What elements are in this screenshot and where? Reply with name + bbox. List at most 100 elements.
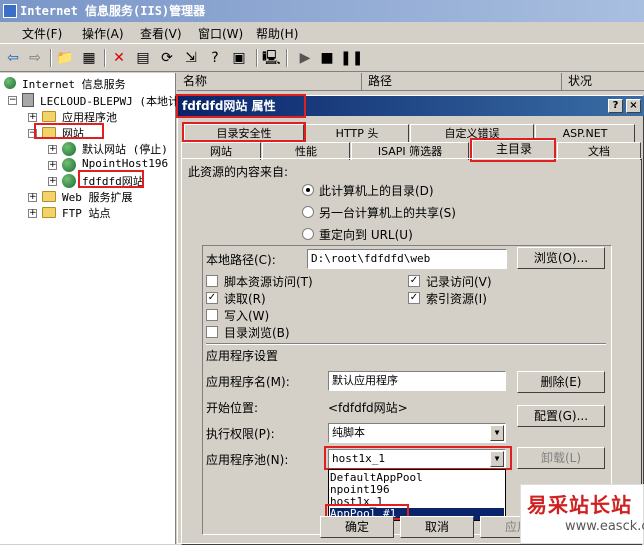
chk-log-label[interactable]: 记录访问(V) xyxy=(426,273,492,290)
tree-fdfdfd-site[interactable]: fdfdfd网站 xyxy=(82,173,144,189)
back-icon[interactable]: ⇦ xyxy=(4,49,22,67)
close-button[interactable]: × xyxy=(626,99,641,113)
dropdown-arrow-icon[interactable]: ▼ xyxy=(490,425,504,441)
exec-perm-select[interactable]: 纯脚本 ▼ xyxy=(328,423,506,443)
tree-ftp[interactable]: FTP 站点 xyxy=(62,205,111,221)
menu-file[interactable]: 文件(F) xyxy=(22,25,62,42)
show-tree-icon[interactable]: ▦ xyxy=(80,49,98,67)
tab-dir-security[interactable]: 目录安全性 xyxy=(184,124,304,142)
site-globe-icon xyxy=(62,158,76,172)
site-globe-icon xyxy=(62,174,76,188)
folder-icon xyxy=(42,111,56,122)
watermark: 易采站长站 www.easck.com xyxy=(520,484,644,544)
browse-button[interactable]: 浏览(O)... xyxy=(517,247,605,269)
cancel-button[interactable]: 取消 xyxy=(400,516,474,538)
radio-redirect-url[interactable] xyxy=(302,228,314,240)
tab-http-headers[interactable]: HTTP 头 xyxy=(305,124,409,142)
unload-button[interactable]: 卸载(L) xyxy=(517,447,605,469)
menu-window[interactable]: 窗口(W) xyxy=(198,25,243,42)
computer-icon[interactable]: 🖳 xyxy=(262,49,281,67)
start-point-label: 开始位置: xyxy=(206,401,259,415)
dialog-title-bar: fdfdfd网站 属性 ? × xyxy=(178,96,644,116)
refresh-icon[interactable]: ⟳ xyxy=(158,49,176,67)
chk-script-source-label[interactable]: 脚本资源访问(T) xyxy=(224,273,313,290)
expand-icon[interactable]: + xyxy=(28,113,37,122)
app-name-input[interactable]: 默认应用程序 xyxy=(328,371,506,391)
forward-icon[interactable]: ⇨ xyxy=(26,49,44,67)
local-path-input[interactable]: D:\root\fdfdfd\web xyxy=(307,249,507,269)
tree-server[interactable]: LECLOUD-BLEPWJ (本地计 xyxy=(40,93,179,109)
chk-script-source[interactable] xyxy=(206,275,218,287)
config-button[interactable]: 配置(G)... xyxy=(517,405,605,427)
window-title-bar: Internet 信息服务(IIS)管理器 xyxy=(0,0,644,22)
expand-icon[interactable]: + xyxy=(28,209,37,218)
properties-icon[interactable]: ▤ xyxy=(134,49,152,67)
app-settings-label: 应用程序设置 xyxy=(206,349,279,363)
tree-app-pools[interactable]: 应用程序池 xyxy=(62,109,117,125)
column-name[interactable]: 名称 xyxy=(177,73,362,91)
app-pool-value: host1x_1 xyxy=(332,452,385,465)
iis-app-icon xyxy=(3,4,17,18)
help-icon[interactable]: ? xyxy=(206,49,224,67)
folder-icon xyxy=(42,127,56,138)
window-title: Internet 信息服务(IIS)管理器 xyxy=(20,4,206,18)
delete-icon[interactable]: ✕ xyxy=(110,49,128,67)
app-pool-dropdown-list: DefaultAppPool npoint196 host1x_1 AppPoo… xyxy=(328,469,506,521)
expand-icon[interactable]: + xyxy=(28,193,37,202)
list-header: 名称 路径 状况 xyxy=(177,73,644,91)
export-icon[interactable]: ⇲ xyxy=(182,49,200,67)
menu-view[interactable]: 查看(V) xyxy=(140,25,182,42)
chk-read[interactable]: ✓ xyxy=(206,292,218,304)
chk-dir-browse-label[interactable]: 目录浏览(B) xyxy=(224,324,290,341)
divider xyxy=(206,343,606,345)
chk-index-label[interactable]: 索引资源(I) xyxy=(426,290,487,307)
help-button[interactable]: ? xyxy=(608,99,623,113)
iis-root-icon xyxy=(4,77,16,89)
column-path[interactable]: 路径 xyxy=(362,73,562,91)
app-pool-select[interactable]: host1x_1 ▼ xyxy=(328,449,506,469)
radio-local-label[interactable]: 此计算机上的目录(D) xyxy=(319,182,434,199)
ok-button[interactable]: 确定 xyxy=(320,516,394,538)
tree-default-site[interactable]: 默认网站 (停止) xyxy=(82,141,168,157)
chk-read-label[interactable]: 读取(R) xyxy=(224,290,266,307)
expand-icon[interactable]: + xyxy=(48,177,57,186)
properties-dialog: fdfdfd网站 属性 ? × 目录安全性 HTTP 头 自定义错误 ASP.N… xyxy=(176,94,644,545)
chk-index[interactable]: ✓ xyxy=(408,292,420,304)
chk-dir-browse[interactable] xyxy=(206,326,218,338)
dropdown-arrow-icon[interactable]: ▼ xyxy=(490,451,504,467)
chk-log-visits[interactable]: ✓ xyxy=(408,275,420,287)
tree-npoint-site[interactable]: NpointHost196 xyxy=(82,157,168,170)
stop-icon[interactable]: ■ xyxy=(318,49,336,67)
radio-local-dir[interactable] xyxy=(302,184,314,196)
play-icon[interactable]: ▶ xyxy=(296,49,314,67)
expand-icon[interactable]: + xyxy=(48,161,57,170)
up-folder-icon[interactable]: 📁 xyxy=(56,49,74,67)
tree-websites[interactable]: 网站 xyxy=(62,125,84,141)
exec-perm-value: 纯脚本 xyxy=(332,426,365,439)
chk-write[interactable] xyxy=(206,309,218,321)
radio-network-share[interactable] xyxy=(302,206,314,218)
tree-web-ext[interactable]: Web 服务扩展 xyxy=(62,189,133,205)
tree-root[interactable]: Internet 信息服务 xyxy=(22,76,126,92)
radio-share-label[interactable]: 另一台计算机上的共享(S) xyxy=(319,204,456,221)
menu-help[interactable]: 帮助(H) xyxy=(256,25,298,42)
radio-redirect-label[interactable]: 重定向到 URL(U) xyxy=(319,226,413,243)
tab-home-directory[interactable]: 主目录 xyxy=(472,140,556,160)
toolbar-separator xyxy=(50,49,52,67)
menu-action[interactable]: 操作(A) xyxy=(82,25,124,42)
column-status[interactable]: 状况 xyxy=(562,73,644,91)
chk-write-label[interactable]: 写入(W) xyxy=(224,307,269,324)
watermark-url: www.easck.com xyxy=(565,519,644,534)
menu-bar: 文件(F) 操作(A) 查看(V) 窗口(W) 帮助(H) xyxy=(0,22,644,44)
pause-icon[interactable]: ❚❚ xyxy=(340,49,363,67)
expand-icon[interactable]: + xyxy=(48,145,57,154)
app-pool-label: 应用程序池(N): xyxy=(206,453,289,467)
remove-button[interactable]: 删除(E) xyxy=(517,371,605,393)
collapse-icon[interactable]: − xyxy=(8,96,17,105)
content-source-label: 此资源的内容来自: xyxy=(188,165,289,179)
console-icon[interactable]: ▣ xyxy=(230,49,248,67)
tree-pane: Internet 信息服务 − LECLOUD-BLEPWJ (本地计 + 应用… xyxy=(0,73,179,544)
collapse-icon[interactable]: − xyxy=(28,129,37,138)
folder-icon xyxy=(42,191,56,202)
server-icon xyxy=(22,93,34,107)
